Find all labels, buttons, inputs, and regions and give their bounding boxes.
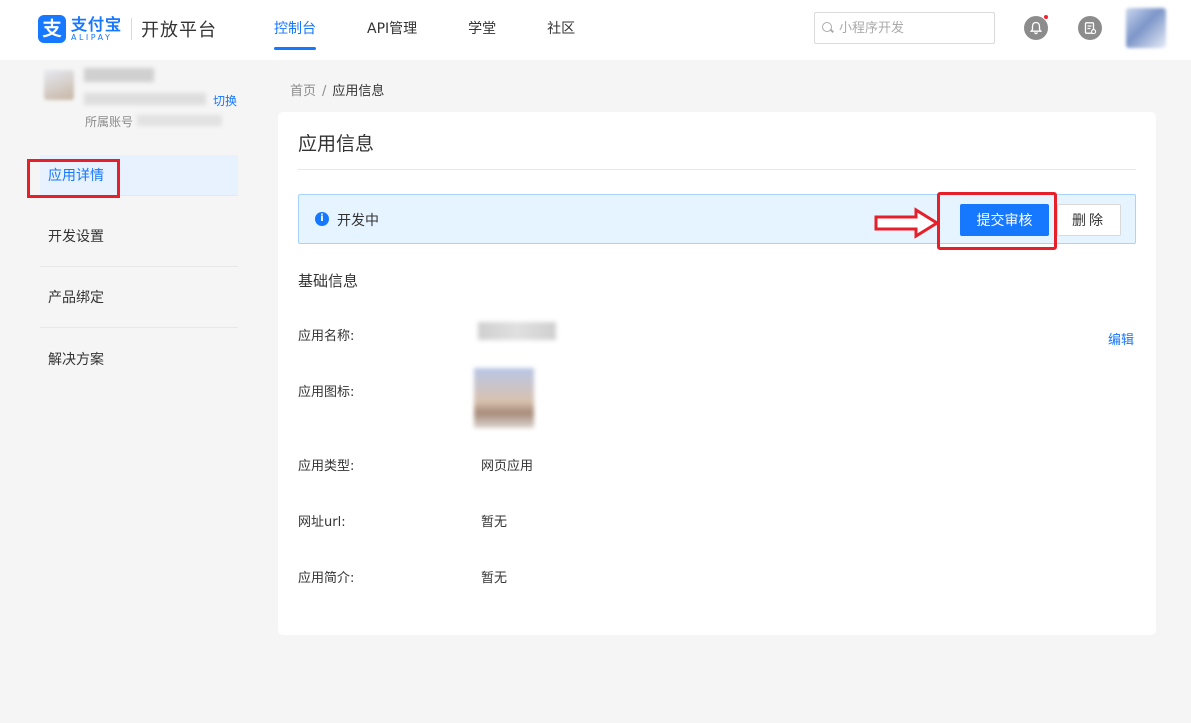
delete-button[interactable]: 删除 bbox=[1057, 204, 1121, 236]
notes-button[interactable] bbox=[1078, 16, 1102, 40]
annotation-highlight-box bbox=[937, 192, 1057, 250]
annotation-highlight-box bbox=[27, 159, 120, 198]
note-icon bbox=[1084, 22, 1097, 35]
owner-account-label: 所属账号 bbox=[85, 115, 134, 129]
section-title: 基础信息 bbox=[298, 272, 359, 290]
owner-account-redacted bbox=[137, 115, 222, 126]
account-id-redacted bbox=[84, 93, 206, 105]
search-icon bbox=[821, 21, 835, 35]
field-label-intro: 应用简介: bbox=[298, 571, 355, 586]
edit-link[interactable]: 编辑 bbox=[1108, 329, 1134, 348]
platform-name: 开放平台 bbox=[141, 20, 218, 41]
breadcrumb-home[interactable]: 首页 bbox=[290, 84, 316, 99]
search-input[interactable] bbox=[839, 20, 989, 36]
title-divider bbox=[298, 169, 1136, 170]
top-nav: 控制台 API管理 学堂 社区 bbox=[274, 0, 626, 60]
field-value-intro: 暂无 bbox=[481, 571, 508, 586]
nav-community[interactable]: 社区 bbox=[547, 0, 575, 60]
alipay-logo[interactable]: 支 支付宝 ALIPAY 开放平台 bbox=[38, 14, 217, 44]
app-name-redacted bbox=[478, 322, 556, 340]
field-value-url: 暂无 bbox=[481, 515, 508, 530]
switch-account-link[interactable]: 切换 bbox=[213, 92, 237, 109]
breadcrumb-separator: / bbox=[322, 84, 327, 99]
sidebar-item-solutions[interactable]: 解决方案 bbox=[40, 328, 238, 389]
breadcrumb: 首页 / 应用信息 bbox=[290, 80, 384, 99]
bell-icon bbox=[1029, 21, 1043, 35]
field-label-app-type: 应用类型: bbox=[298, 459, 355, 474]
nav-console[interactable]: 控制台 bbox=[274, 0, 316, 60]
top-bar: 支 支付宝 ALIPAY 开放平台 控制台 API管理 学堂 社区 bbox=[0, 0, 1191, 60]
search-box[interactable] bbox=[814, 12, 995, 44]
user-avatar[interactable] bbox=[1126, 8, 1166, 48]
alipay-logo-icon: 支 bbox=[38, 15, 66, 43]
nav-academy[interactable]: 学堂 bbox=[468, 0, 496, 60]
sidebar-item-product-binding[interactable]: 产品绑定 bbox=[40, 267, 238, 328]
page-title: 应用信息 bbox=[298, 133, 375, 155]
logo-divider bbox=[131, 18, 133, 40]
account-avatar bbox=[44, 70, 74, 100]
app-info-card: 应用信息 i 开发中 提交审核 删除 基础信息 应用名称: 编辑 应用图标: 应… bbox=[278, 112, 1156, 635]
notification-button[interactable] bbox=[1024, 14, 1049, 40]
field-label-url: 网址url: bbox=[298, 515, 346, 530]
nav-api-management[interactable]: API管理 bbox=[367, 0, 417, 60]
annotation-arrow-icon bbox=[874, 207, 940, 239]
field-value-app-type: 网页应用 bbox=[481, 459, 534, 474]
logo-en-text: ALIPAY bbox=[71, 32, 113, 42]
logo-words: 支付宝 ALIPAY bbox=[71, 16, 122, 43]
info-icon: i bbox=[315, 212, 329, 226]
logo-cn-text: 支付宝 bbox=[71, 14, 123, 34]
sidebar: 切换 所属账号 应用详情 开发设置 产品绑定 解决方案 bbox=[0, 60, 278, 723]
field-label-app-icon: 应用图标: bbox=[298, 385, 355, 400]
field-label-app-name: 应用名称: bbox=[298, 329, 355, 344]
app-icon-image bbox=[474, 368, 534, 428]
breadcrumb-current: 应用信息 bbox=[332, 84, 385, 99]
sidebar-item-dev-settings[interactable]: 开发设置 bbox=[40, 206, 238, 267]
notification-dot bbox=[1043, 14, 1049, 20]
account-name-redacted bbox=[84, 68, 154, 82]
status-text: 开发中 bbox=[337, 213, 379, 229]
